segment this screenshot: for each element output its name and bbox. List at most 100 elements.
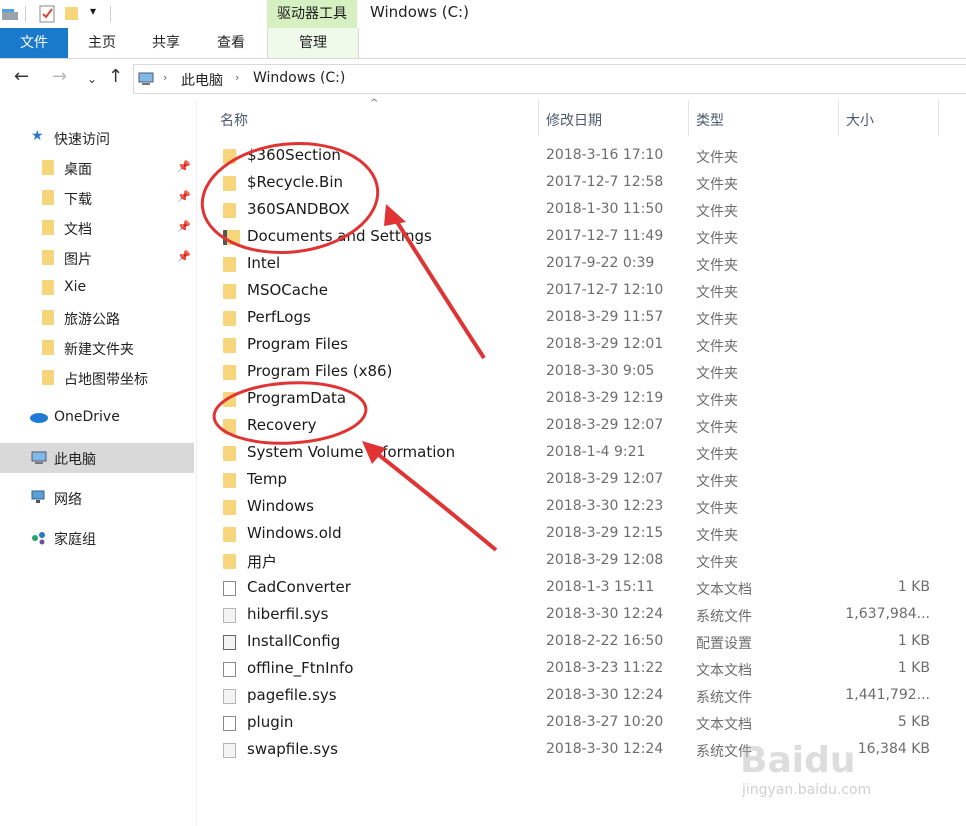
column-header-size[interactable]: 大小 — [846, 110, 874, 130]
sidebar-item-quick[interactable]: Xie — [0, 273, 194, 303]
file-row[interactable]: Windows 2018-3-30 12:23 文件夹 — [210, 494, 950, 521]
file-type: 文件夹 — [696, 339, 738, 355]
breadcrumb-separator-icon: › — [235, 71, 240, 84]
file-name: ProgramData — [247, 389, 347, 407]
file-row[interactable]: offline_FtnInfo 2018-3-23 11:22 文本文档 1 KB — [210, 656, 950, 683]
sort-ascending-icon: ^ — [370, 98, 379, 109]
sidebar-item-onedrive[interactable]: OneDrive — [0, 403, 194, 433]
sidebar-item-label: 下载 — [64, 192, 92, 208]
file-date: 2017-12-7 12:58 — [546, 174, 664, 190]
file-date: 2018-3-29 11:57 — [546, 309, 664, 325]
file-row[interactable]: $360Section 2018-3-16 17:10 文件夹 — [210, 143, 950, 170]
forward-button[interactable]: → — [52, 66, 67, 87]
file-row[interactable]: Recovery 2018-3-29 12:07 文件夹 — [210, 413, 950, 440]
file-row[interactable]: Documents and Settings 2017-12-7 11:49 文件夹 — [210, 224, 950, 251]
tab-manage[interactable]: 管理 — [267, 28, 359, 58]
file-row[interactable]: ProgramData 2018-3-29 12:19 文件夹 — [210, 386, 950, 413]
qa-dropdown-icon[interactable]: ▾ — [90, 4, 96, 18]
file-type: 文件夹 — [696, 420, 738, 436]
file-row[interactable]: PerfLogs 2018-3-29 11:57 文件夹 — [210, 305, 950, 332]
sidebar-item-quick[interactable]: 占地图带坐标 — [0, 363, 194, 393]
file-name: Intel — [247, 254, 281, 272]
folder-icon — [42, 220, 54, 235]
file-row[interactable]: System Volume Information 2018-1-4 9:21 文件… — [210, 440, 950, 467]
tab-home[interactable]: 主页 — [76, 28, 128, 58]
breadcrumb-this-pc[interactable]: 此电脑 — [181, 70, 223, 90]
tab-file[interactable]: 文件 — [0, 28, 68, 58]
file-name: Program Files (x86) — [247, 362, 393, 380]
file-name: Windows.old — [247, 524, 342, 542]
qa-divider — [110, 6, 111, 22]
column-divider[interactable] — [838, 100, 839, 136]
file-row[interactable]: Program Files 2018-3-29 12:01 文件夹 — [210, 332, 950, 359]
up-button[interactable]: ↑ — [108, 66, 123, 87]
file-row[interactable]: 用户 2018-3-29 12:08 文件夹 — [210, 548, 950, 575]
sidebar-item-quick[interactable]: 文档 📌 — [0, 213, 194, 243]
back-button[interactable]: ← — [14, 66, 29, 87]
file-row[interactable]: plugin 2018-3-27 10:20 文本文档 5 KB — [210, 710, 950, 737]
tab-view[interactable]: 查看 — [205, 28, 257, 58]
folder-icon — [223, 176, 236, 191]
folder-icon — [223, 473, 236, 488]
file-date: 2018-3-29 12:08 — [546, 552, 664, 568]
file-size: 1,637,984... — [845, 606, 930, 622]
this-pc-icon — [138, 72, 154, 85]
pin-icon[interactable]: 📌 — [177, 220, 191, 233]
recent-locations-icon[interactable]: ⌄ — [87, 72, 97, 86]
column-divider[interactable] — [688, 100, 689, 136]
pin-icon[interactable]: 📌 — [177, 250, 191, 263]
file-type: 系统文件 — [696, 609, 752, 625]
folder-icon — [42, 280, 54, 295]
file-row[interactable]: pagefile.sys 2018-3-30 12:24 系统文件 1,441,792… — [210, 683, 950, 710]
file-row[interactable]: MSOCache 2017-12-7 12:10 文件夹 — [210, 278, 950, 305]
pin-icon[interactable]: 📌 — [177, 160, 191, 173]
file-row[interactable]: $Recycle.Bin 2017-12-7 12:58 文件夹 — [210, 170, 950, 197]
file-row[interactable]: InstallConfig 2018-2-22 16:50 配置设置 1 KB — [210, 629, 950, 656]
address-bar[interactable]: › 此电脑 › Windows (C:) — [133, 64, 966, 94]
file-row[interactable]: 360SANDBOX 2018-1-30 11:50 文件夹 — [210, 197, 950, 224]
file-row[interactable]: Program Files (x86) 2018-3-30 9:05 文件夹 — [210, 359, 950, 386]
file-row[interactable]: Temp 2018-3-29 12:07 文件夹 — [210, 467, 950, 494]
sidebar-item-quick-access[interactable]: ★ 快速访问 — [0, 123, 194, 153]
file-row[interactable]: hiberfil.sys 2018-3-30 12:24 系统文件 1,637,984… — [210, 602, 950, 629]
file-type: 文件夹 — [696, 285, 738, 301]
pin-icon[interactable]: 📌 — [177, 190, 191, 203]
file-date: 2018-3-30 12:24 — [546, 606, 664, 622]
file-row[interactable]: Intel 2017-9-22 0:39 文件夹 — [210, 251, 950, 278]
properties-icon[interactable] — [38, 4, 56, 24]
column-header-date[interactable]: 修改日期 — [546, 110, 602, 130]
file-name: PerfLogs — [247, 308, 311, 326]
file-name: InstallConfig — [247, 632, 341, 650]
file-row[interactable]: CadConverter 2018-1-3 15:11 文本文档 1 KB — [210, 575, 950, 602]
sidebar-item-label: 新建文件夹 — [64, 342, 134, 358]
column-divider[interactable] — [938, 100, 939, 136]
sidebar-item-quick[interactable]: 旅游公路 — [0, 303, 194, 333]
sidebar-item-quick[interactable]: 桌面 📌 — [0, 153, 194, 183]
tab-share[interactable]: 共享 — [140, 28, 192, 58]
sidebar-item-quick[interactable]: 图片 📌 — [0, 243, 194, 273]
column-header-type[interactable]: 类型 — [696, 110, 724, 130]
file-name: plugin — [247, 713, 294, 731]
sidebar-item-quick[interactable]: 下载 📌 — [0, 183, 194, 213]
folder-icon — [223, 392, 236, 407]
sidebar-item-this-pc[interactable]: 此电脑 — [0, 443, 194, 473]
new-folder-icon[interactable] — [64, 5, 80, 21]
file-date: 2018-3-29 12:07 — [546, 471, 664, 487]
sidebar-item-label: 图片 — [64, 252, 92, 268]
folder-icon — [223, 554, 236, 569]
sidebar-item-label: 快速访问 — [54, 132, 110, 148]
window-title: Windows (C:) — [370, 3, 469, 21]
file-row[interactable]: Windows.old 2018-3-29 12:15 文件夹 — [210, 521, 950, 548]
sidebar-item-label: 文档 — [64, 222, 92, 238]
folder-icon — [223, 149, 236, 164]
sidebar-item-quick[interactable]: 新建文件夹 — [0, 333, 194, 363]
breadcrumb-drive[interactable]: Windows (C:) — [253, 70, 345, 86]
sidebar-item-network[interactable]: 网络 — [0, 483, 194, 513]
folder-icon — [42, 250, 54, 265]
context-tab-label: 驱动器工具 — [277, 6, 347, 22]
file-date: 2018-3-29 12:07 — [546, 417, 664, 433]
sidebar-item-homegroup[interactable]: 家庭组 — [0, 523, 194, 553]
column-header-name[interactable]: 名称 — [220, 110, 248, 130]
text-file-icon — [223, 662, 236, 677]
column-divider[interactable] — [538, 100, 539, 136]
